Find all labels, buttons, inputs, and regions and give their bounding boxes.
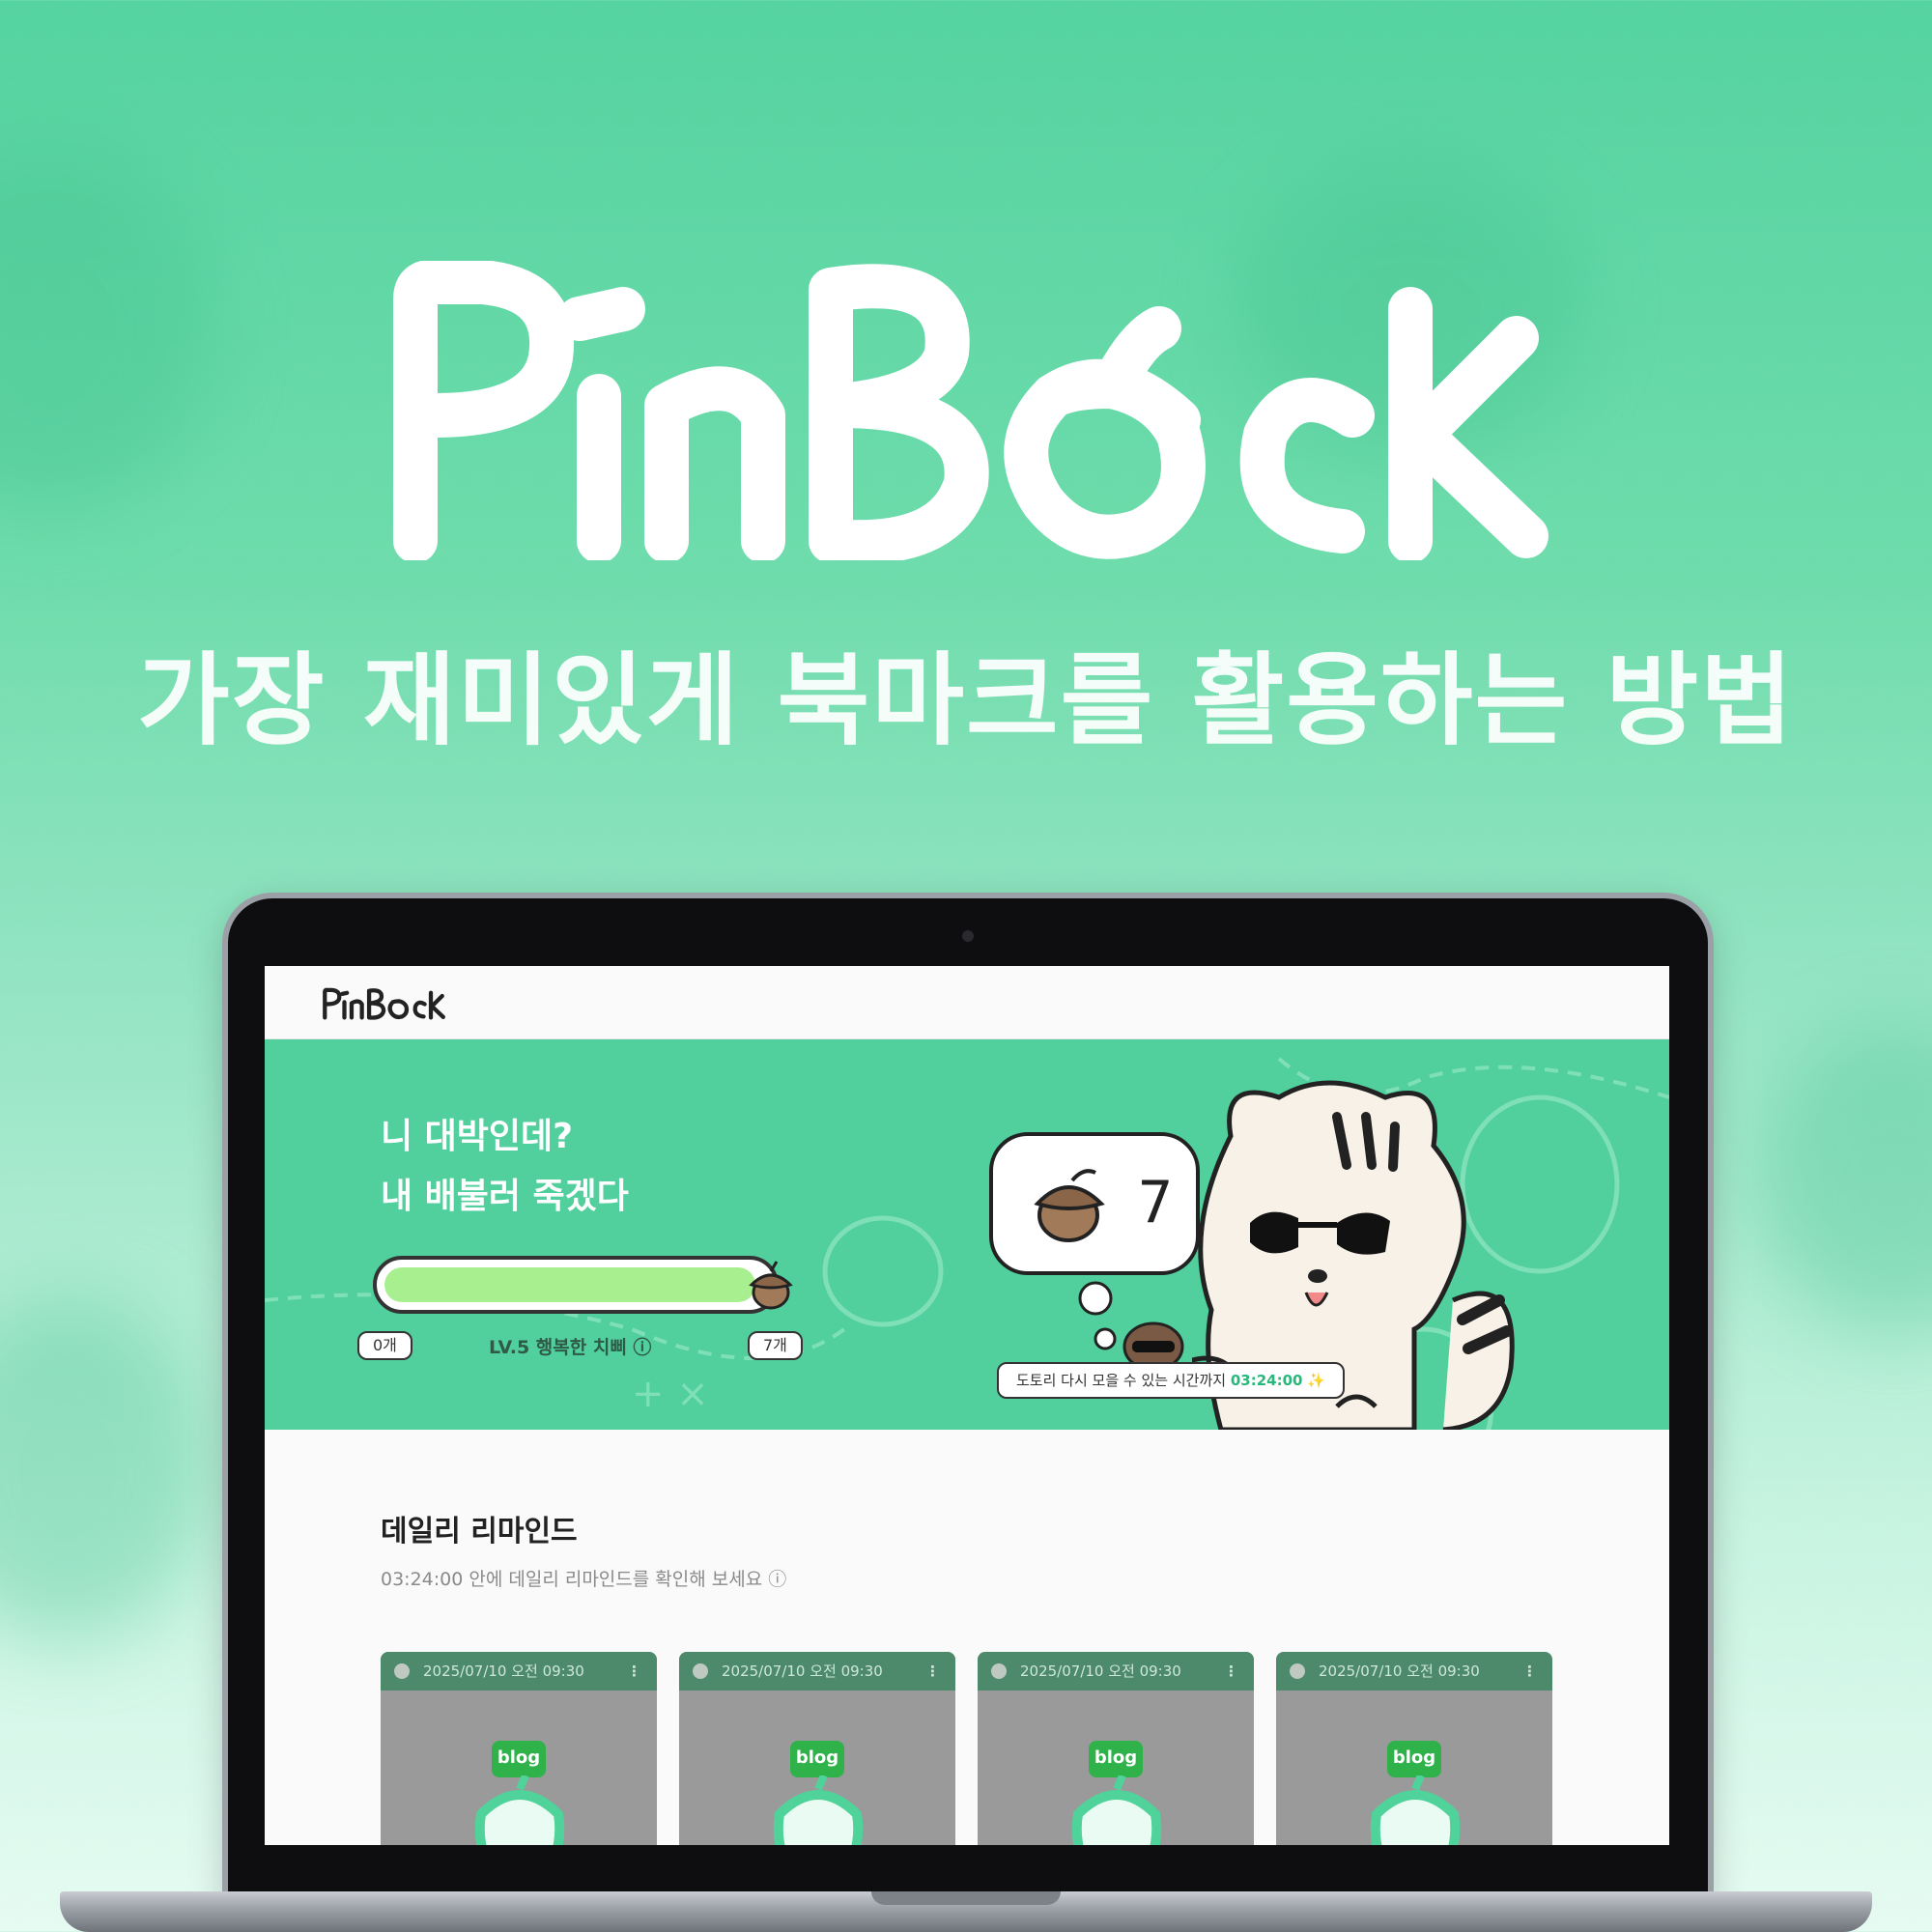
acorn-icon — [991, 1663, 1007, 1679]
card-header: 2025/07/10 오전 09:30 ⋮ — [1276, 1652, 1552, 1690]
card-date: 2025/07/10 오전 09:30 — [1319, 1662, 1480, 1680]
level-label[interactable]: LV.5 행복한 치삐 ⓘ — [489, 1333, 651, 1359]
card-thumbnail-badge: blog — [492, 1741, 546, 1777]
card-header: 2025/07/10 오전 09:30 ⋮ — [679, 1652, 955, 1690]
bg-acorn-blob-lower-left — [0, 1294, 213, 1642]
card-header: 2025/07/10 오전 09:30 ⋮ — [381, 1652, 657, 1690]
app-logo-wordmark — [323, 987, 445, 1020]
acorn-progress-bar — [373, 1250, 793, 1320]
card-thumbnail-badge: blog — [1387, 1741, 1441, 1777]
bg-acorn-blob-lower-right — [1758, 1024, 1932, 1333]
acorn-placeholder-icon — [474, 1776, 565, 1845]
laptop-notch — [871, 1891, 1061, 1905]
card-thumbnail-badge: blog — [1089, 1741, 1143, 1777]
app-screen: + × 니 대박인데? 내 배불러 죽겠다 0개 LV.5 행복한 치삐 ⓘ 7… — [265, 966, 1669, 1845]
card-date: 2025/07/10 오전 09:30 — [1020, 1662, 1181, 1680]
daily-remind-subtitle: 03:24:00 안에 데일리 리마인드를 확인해 보세요 ⓘ — [381, 1569, 787, 1590]
acorn-count-bubble: 7 — [989, 1132, 1200, 1275]
timer-prefix: 도토리 다시 모을 수 있는 시간까지 — [1016, 1372, 1227, 1389]
acorn-placeholder-icon — [1071, 1776, 1162, 1845]
sparkle-icon: ✨ — [1307, 1372, 1325, 1389]
hero-logo — [0, 259, 1932, 565]
more-menu-icon[interactable]: ⋮ — [627, 1652, 641, 1690]
bookmark-card[interactable]: 2025/07/10 오전 09:30 ⋮ blog — [1276, 1652, 1552, 1845]
more-menu-icon[interactable]: ⋮ — [925, 1652, 940, 1690]
bookmark-card[interactable]: 2025/07/10 오전 09:30 ⋮ blog — [978, 1652, 1254, 1845]
pinbock-wordmark — [393, 259, 1548, 565]
banner-line-1: 니 대박인데? — [381, 1117, 574, 1156]
bookmark-card[interactable]: 2025/07/10 오전 09:30 ⋮ blog — [381, 1652, 657, 1845]
banner-line-2: 내 배불러 죽겠다 — [381, 1177, 629, 1216]
card-thumbnail-badge: blog — [790, 1741, 844, 1777]
progress-track — [373, 1256, 779, 1314]
more-menu-icon[interactable]: ⋮ — [1224, 1652, 1238, 1690]
daily-remind-title: 데일리 리마인드 — [381, 1515, 578, 1548]
acorn-icon — [1290, 1663, 1305, 1679]
card-header: 2025/07/10 오전 09:30 ⋮ — [978, 1652, 1254, 1690]
acorn-icon — [749, 1261, 793, 1310]
timer-value: 03:24:00 — [1230, 1372, 1303, 1389]
status-banner: + × 니 대박인데? 내 배불러 죽겠다 0개 LV.5 행복한 치삐 ⓘ 7… — [265, 1039, 1669, 1430]
app-header — [265, 966, 1669, 1039]
acorn-icon — [693, 1663, 708, 1679]
progress-min-chip: 0개 — [357, 1331, 412, 1360]
card-date: 2025/07/10 오전 09:30 — [423, 1662, 584, 1680]
progress-fill — [384, 1267, 755, 1302]
more-menu-icon[interactable]: ⋮ — [1522, 1652, 1537, 1690]
acorn-placeholder-icon — [773, 1776, 864, 1845]
acorn-icon — [394, 1663, 410, 1679]
app-logo[interactable] — [321, 987, 446, 1024]
camera-icon — [962, 930, 974, 942]
bookmark-card[interactable]: 2025/07/10 오전 09:30 ⋮ blog — [679, 1652, 955, 1845]
acorn-icon — [1034, 1169, 1105, 1242]
hero-tagline: 가장 재미있게 북마크를 활용하는 방법 — [137, 641, 1795, 759]
banner-message: 니 대박인데? 내 배불러 죽겠다 — [381, 1107, 629, 1227]
progress-max-chip: 7개 — [748, 1331, 803, 1360]
acorn-timer-pill: 도토리 다시 모을 수 있는 시간까지 03:24:00 ✨ — [997, 1362, 1345, 1399]
svg-text:+ ×: + × — [632, 1372, 709, 1416]
acorn-count: 7 — [1138, 1169, 1174, 1236]
laptop-base — [60, 1891, 1872, 1932]
card-date: 2025/07/10 오전 09:30 — [722, 1662, 883, 1680]
acorn-placeholder-icon — [1370, 1776, 1461, 1845]
